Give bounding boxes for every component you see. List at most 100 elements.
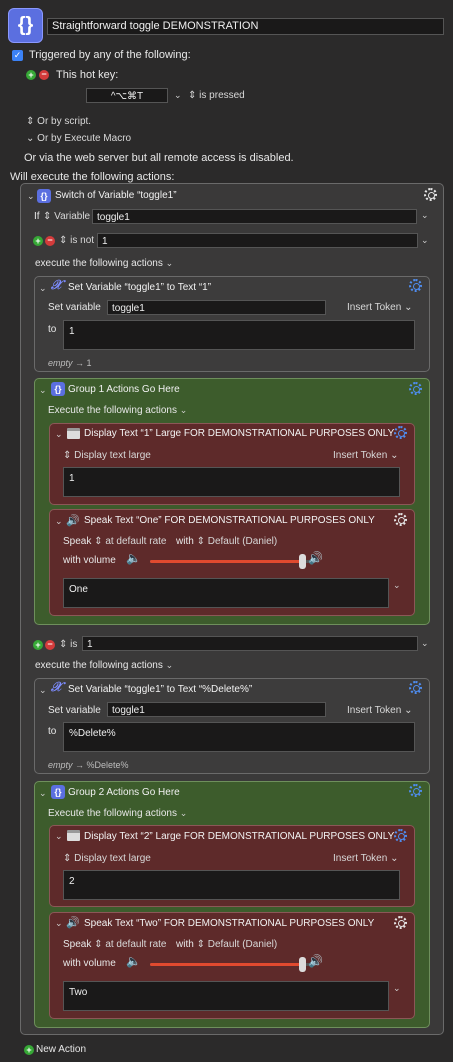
case1-value-chevron[interactable]: ⌄ [421,235,429,246]
set2-insert-token[interactable]: Insert Token ⌄ [347,705,412,716]
group1-collapse-chevron[interactable]: ⌄ [39,385,47,396]
add-case-icon[interactable]: + [33,640,43,650]
case2-operator: is [70,639,78,650]
volume-slider-knob[interactable] [299,554,306,569]
display2-mode-select[interactable]: ⇕ Display text large [63,853,151,864]
gear-icon[interactable] [409,279,422,292]
gear-icon[interactable] [394,426,407,439]
braces-icon: {} [51,382,65,396]
group1-execute-label: Execute the following actions ⌄ [48,405,188,416]
speaker-icon: 🔊 [66,515,80,527]
speak2-title: Speak Text “Two” FOR DEMONSTRATIONAL PUR… [84,918,375,929]
set2-to-field[interactable]: %Delete% [63,722,415,752]
set1-variable-field[interactable]: toggle1 [107,300,326,315]
set1-preview: empty → 1 [48,358,92,368]
display2-text-field[interactable]: 2 [63,870,400,900]
speak1-text-chevron[interactable]: ⌄ [393,580,401,591]
trigger-checkbox[interactable]: ✓ [12,50,23,61]
case2-value-chevron[interactable]: ⌄ [421,638,429,649]
braces-icon: {} [51,785,65,799]
switch-collapse-chevron[interactable]: ⌄ [27,191,35,202]
hotkey-state-label: is pressed [199,90,245,101]
or-script-link[interactable]: ⇕ Or by script. [26,116,91,127]
speak2-collapse-chevron[interactable]: ⌄ [55,918,63,929]
add-trigger-icon[interactable]: + [26,70,36,80]
case2-value-field[interactable]: 1 [82,636,418,651]
group2-collapse-chevron[interactable]: ⌄ [39,788,47,799]
display1-title: Display Text “1” Large FOR DEMONSTRATION… [84,428,395,439]
add-case-icon[interactable]: + [33,236,43,246]
gear-icon[interactable] [424,188,437,201]
gear-icon[interactable] [394,829,407,842]
volume-slider-1[interactable] [150,554,310,569]
variable-x-icon: 𝒳 [51,278,63,293]
speak1-voice-select[interactable]: ⇕ Default (Daniel) [197,536,278,547]
or-execute-macro-label: Or by Execute Macro [37,133,132,144]
gear-icon[interactable] [409,784,422,797]
new-action-button[interactable]: New Action [36,1044,86,1055]
add-icon[interactable]: + [24,1045,34,1055]
braces-icon: {} [17,14,34,36]
set1-label: Set variable [48,302,101,313]
volume-slider-2[interactable] [150,957,310,972]
speak2-rate-select[interactable]: ⇕ at default rate [94,939,166,950]
set1-insert-token[interactable]: Insert Token ⌄ [347,302,412,313]
trigger-header: Triggered by any of the following: [29,49,191,61]
web-server-note: Or via the web server but all remote acc… [24,152,294,164]
set1-title: Set Variable “toggle1” to Text “1” [68,282,212,293]
hotkey-state-select[interactable]: ⇕ is pressed [188,90,245,101]
or-execute-macro-link[interactable]: ⌄ Or by Execute Macro [26,133,131,144]
or-script-label: Or by script. [37,116,92,127]
group1-title: Group 1 Actions Go Here [68,384,180,395]
speak1-rate-select[interactable]: ⇕ at default rate [94,536,166,547]
switch-variable-field[interactable]: toggle1 [92,209,417,224]
set2-collapse-chevron[interactable]: ⌄ [39,685,47,696]
remove-case-icon[interactable]: − [45,640,55,650]
set2-title: Set Variable “toggle1” to Text “%Delete%… [68,684,253,695]
source-select[interactable]: ⇕ Variable [43,211,90,222]
set2-label: Set variable [48,705,101,716]
speak2-voice-select[interactable]: ⇕ Default (Daniel) [197,939,278,950]
speak1-voice-row: with ⇕ Default (Daniel) [176,536,278,547]
set2-to-label: to [48,726,57,737]
remove-trigger-icon[interactable]: − [39,70,49,80]
set2-variable-field[interactable]: toggle1 [107,702,326,717]
gear-icon[interactable] [394,513,407,526]
speak2-text-field[interactable]: Two [63,981,389,1011]
display1-collapse-chevron[interactable]: ⌄ [55,429,63,440]
case2-operator-select[interactable]: ⇕ is [59,639,77,650]
set1-collapse-chevron[interactable]: ⌄ [39,283,47,294]
remove-case-icon[interactable]: − [45,236,55,246]
switch-variable-chevron[interactable]: ⌄ [421,210,429,221]
macro-name-field[interactable]: Straightforward toggle DEMONSTRATION [47,18,444,35]
hotkey-chevron-icon[interactable]: ⌄ [174,90,182,101]
speak1-text-field[interactable]: One [63,578,389,608]
if-label: If [34,211,40,222]
group2-title: Group 2 Actions Go Here [68,787,180,798]
gear-icon[interactable] [409,681,422,694]
source-label: Variable [54,211,91,222]
case1-execute-label: execute the following actions ⌄ [35,258,174,269]
case1-value-field[interactable]: 1 [97,233,418,248]
hotkey-label: This hot key: [56,69,119,81]
macro-icon: {} [8,8,43,43]
display1-insert-token[interactable]: Insert Token ⌄ [333,450,398,461]
display1-text-field[interactable]: 1 [63,467,400,497]
speak2-text-chevron[interactable]: ⌄ [393,983,401,994]
speak1-collapse-chevron[interactable]: ⌄ [55,516,63,527]
gear-icon[interactable] [394,916,407,929]
case1-operator: is not [70,235,95,246]
speak1-title: Speak Text “One” FOR DEMONSTRATIONAL PUR… [84,515,375,526]
volume-slider-knob[interactable] [299,957,306,972]
set1-to-field[interactable]: 1 [63,320,415,350]
set1-to-label: to [48,324,57,335]
set2-preview: empty → %Delete% [48,760,129,770]
gear-icon[interactable] [409,382,422,395]
display2-collapse-chevron[interactable]: ⌄ [55,831,63,842]
case1-operator-select[interactable]: ⇕ is not [59,235,94,246]
hotkey-field[interactable]: ^⌥⌘T [86,88,168,103]
display2-insert-token[interactable]: Insert Token ⌄ [333,853,398,864]
display1-mode-select[interactable]: ⇕ Display text large [63,450,151,461]
speak2-volume-label: with volume [63,958,116,969]
volume-low-icon: 🔈 [126,954,141,968]
